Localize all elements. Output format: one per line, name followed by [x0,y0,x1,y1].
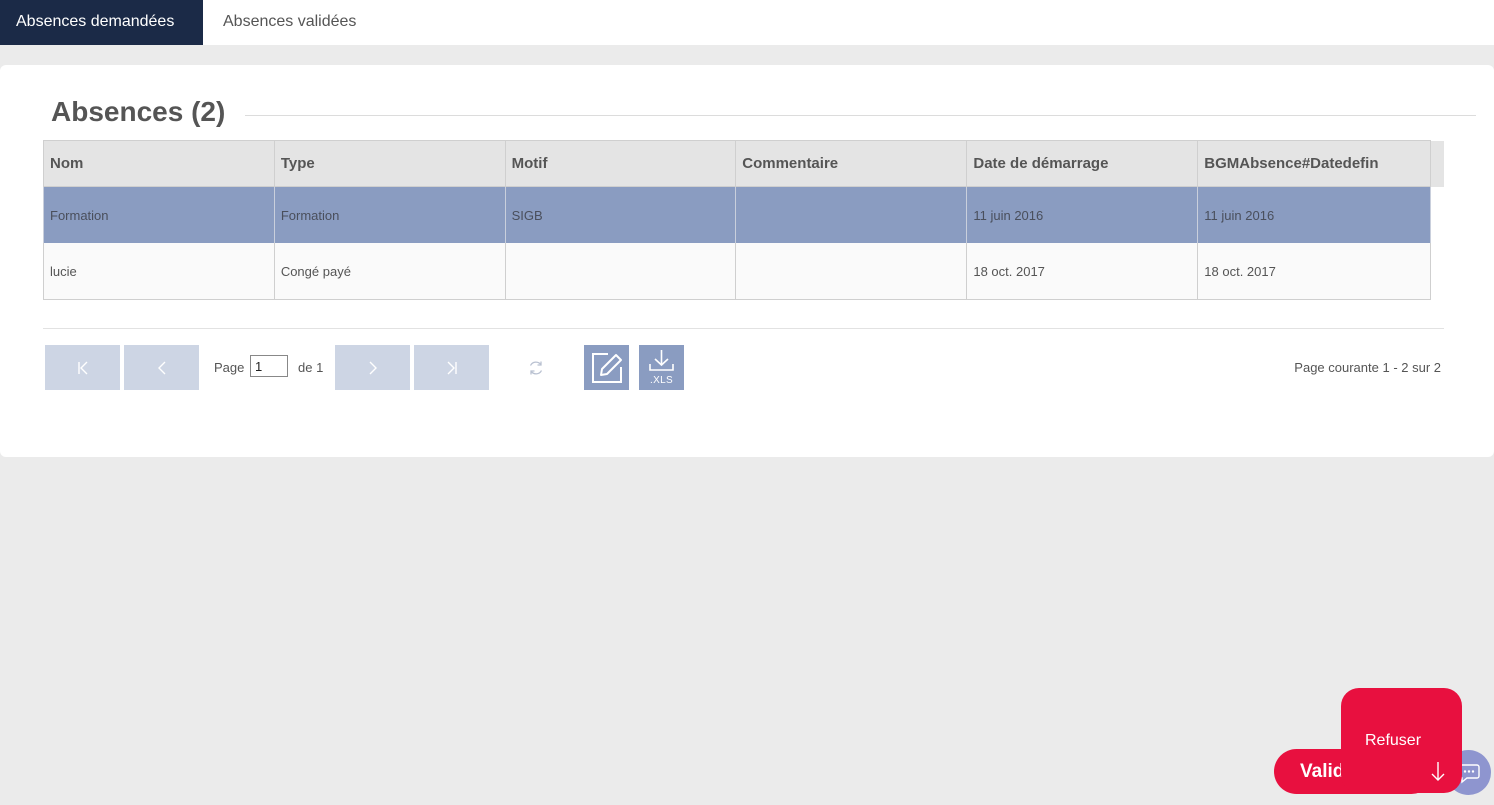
cell-date-fin: 18 oct. 2017 [1197,243,1431,300]
edit-button[interactable] [584,345,629,390]
edit-icon [591,352,622,383]
column-header-type[interactable]: Type [273,140,506,187]
refresh-icon[interactable] [527,359,545,377]
tab-bar: Absences demandées Absences validées [0,0,1494,45]
column-header-nom[interactable]: Nom [43,140,275,187]
export-xls-button[interactable]: .XLS [639,345,684,390]
cell-type: Congé payé [273,243,506,300]
row-spacer [1430,243,1444,300]
download-xls-icon [649,350,674,371]
previous-page-icon [157,361,165,374]
cell-date-demarrage: 18 oct. 2017 [966,243,1199,300]
first-page-icon [77,361,87,374]
validate-label: Valid [1300,761,1345,782]
first-page-button[interactable] [45,345,120,390]
cell-nom: Formation [43,186,275,243]
cell-date-fin: 11 juin 2016 [1197,186,1431,243]
absences-panel: Absences (2) Nom Type Motif Commentaire … [0,65,1494,457]
column-header-date-demarrage[interactable]: Date de démarrage [966,140,1199,187]
table-row[interactable]: Formation Formation SIGB 11 juin 2016 11… [43,186,1444,243]
next-page-button[interactable] [335,345,410,390]
tab-absences-validees[interactable]: Absences validées [203,0,376,45]
previous-page-button[interactable] [124,345,199,390]
tab-absences-demandees[interactable]: Absences demandées [0,0,203,45]
arrow-down-icon [1431,762,1445,781]
refuse-button[interactable]: Refuser [1341,688,1462,793]
cell-motif [504,243,737,300]
page-status: Page courante 1 - 2 sur 2 [1294,360,1441,375]
cell-motif: SIGB [504,186,737,243]
column-header-date-fin[interactable]: BGMAbsence#Datedefin [1197,140,1431,187]
title-divider [245,115,1476,116]
page-number-input[interactable] [250,355,288,377]
refuse-label: Refuser [1365,732,1422,749]
grid-header-row: Nom Type Motif Commentaire Date de démar… [43,140,1444,187]
last-page-icon [447,361,457,374]
grid-divider [43,328,1444,329]
next-page-icon [369,361,377,374]
column-header-spacer [1430,140,1444,187]
column-header-motif[interactable]: Motif [504,140,737,187]
page-title: Absences (2) [51,96,226,127]
cell-commentaire [735,243,968,300]
row-spacer [1430,186,1444,243]
xls-label: .XLS [650,375,673,386]
column-header-commentaire[interactable]: Commentaire [735,140,968,187]
last-page-button[interactable] [414,345,489,390]
cell-date-demarrage: 11 juin 2016 [966,186,1199,243]
table-row[interactable]: lucie Congé payé 18 oct. 2017 18 oct. 20… [43,243,1444,300]
cell-commentaire [735,186,968,243]
page-label: Page [214,360,245,375]
absences-grid: Nom Type Motif Commentaire Date de démar… [43,140,1444,300]
page-total-label: de 1 [298,360,324,375]
cell-nom: lucie [43,243,275,300]
cell-type: Formation [273,186,506,243]
